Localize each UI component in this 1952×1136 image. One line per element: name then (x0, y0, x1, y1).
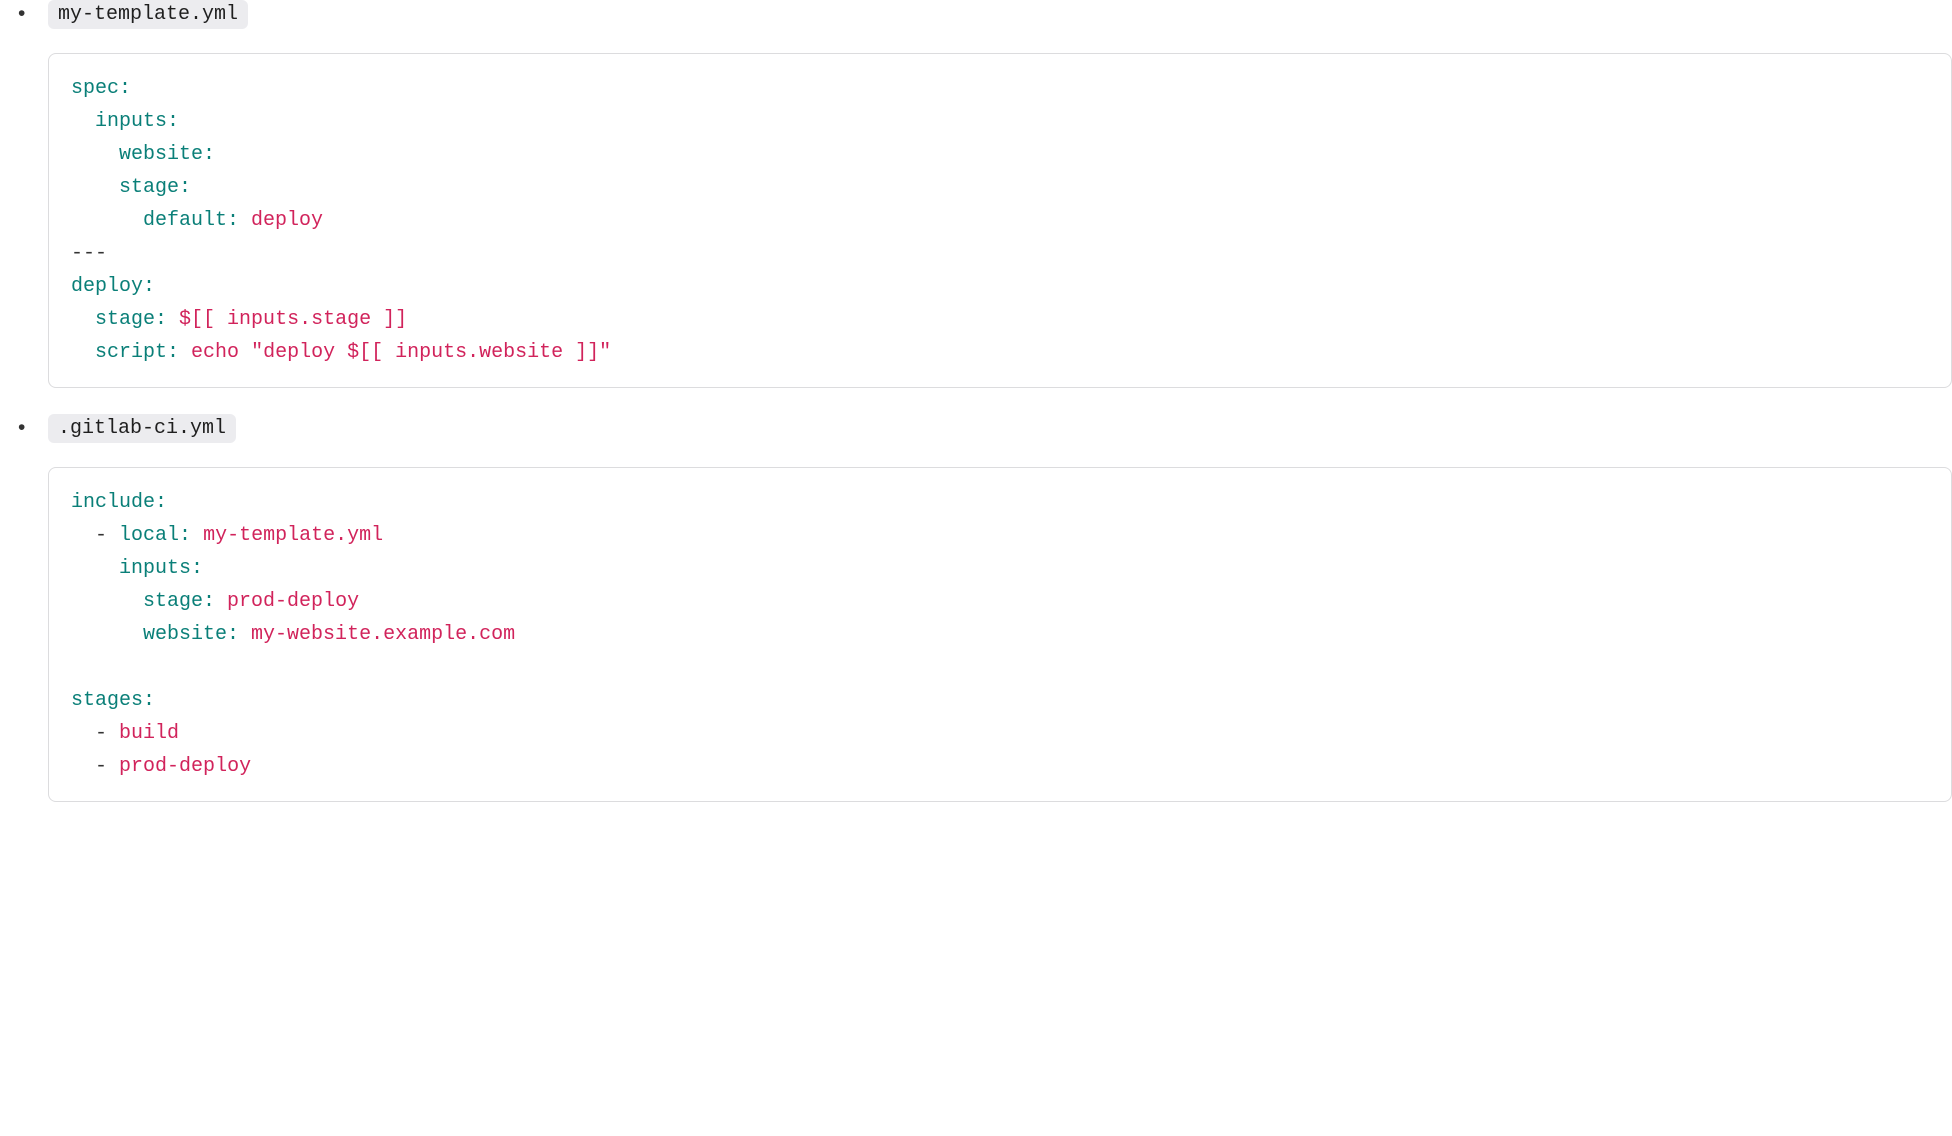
filename-badge: .gitlab-ci.yml (48, 414, 236, 443)
code-content: include: - local: my-template.yml inputs… (71, 486, 1929, 783)
code-block: include: - local: my-template.yml inputs… (48, 467, 1952, 802)
file-item: my-template.yml spec: inputs: website: s… (0, 0, 1952, 388)
code-block: spec: inputs: website: stage: default: d… (48, 53, 1952, 388)
filename-badge: my-template.yml (48, 0, 248, 29)
file-list: my-template.yml spec: inputs: website: s… (0, 0, 1952, 802)
code-content: spec: inputs: website: stage: default: d… (71, 72, 1929, 369)
file-item: .gitlab-ci.yml include: - local: my-temp… (0, 414, 1952, 802)
